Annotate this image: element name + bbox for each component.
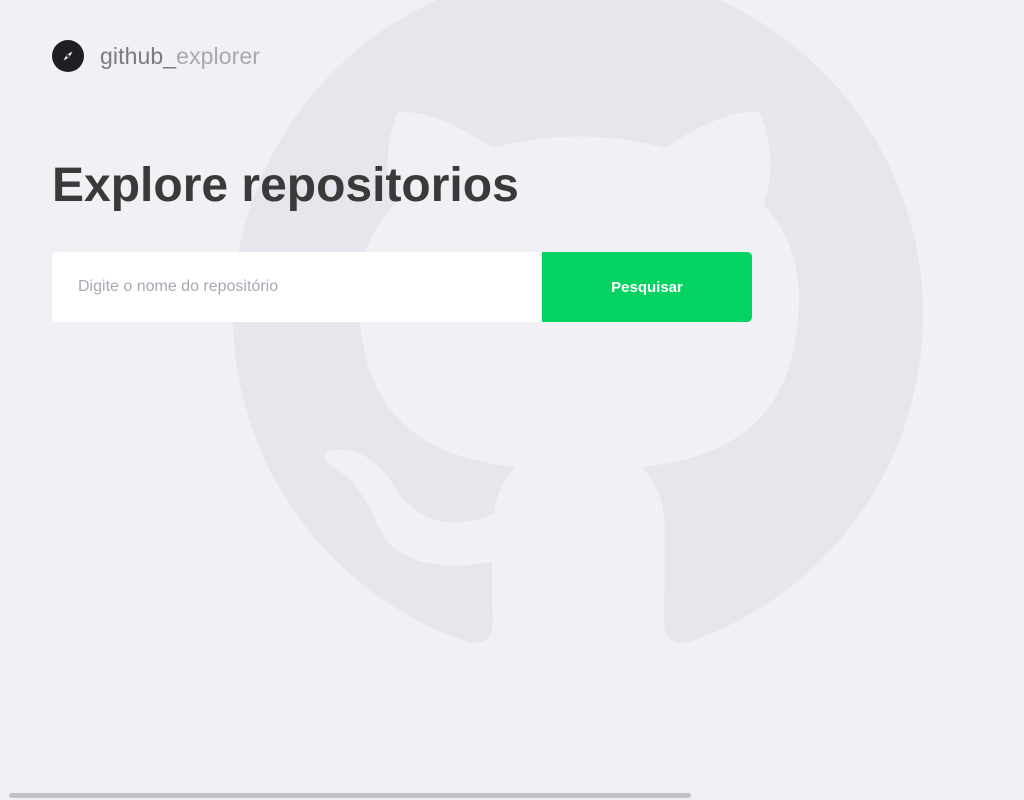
search-form: Pesquisar — [52, 252, 752, 322]
main-content: github_explorer Explore repositorios Pes… — [52, 40, 772, 322]
brand-name: github_explorer — [100, 43, 260, 70]
page-title: Explore repositorios — [52, 159, 519, 212]
page: github_explorer Explore repositorios Pes… — [0, 0, 1024, 800]
brand-logo[interactable]: github_explorer — [52, 40, 772, 72]
brand-name-main: github_ — [100, 42, 177, 69]
horizontal-scrollbar[interactable] — [0, 792, 1024, 800]
scrollbar-thumb[interactable] — [9, 793, 691, 798]
github-logo-watermark-icon — [233, 0, 923, 643]
search-button[interactable]: Pesquisar — [542, 252, 752, 322]
compass-icon — [52, 40, 84, 72]
repository-search-input[interactable] — [52, 252, 542, 322]
brand-name-secondary: explorer — [176, 42, 261, 69]
